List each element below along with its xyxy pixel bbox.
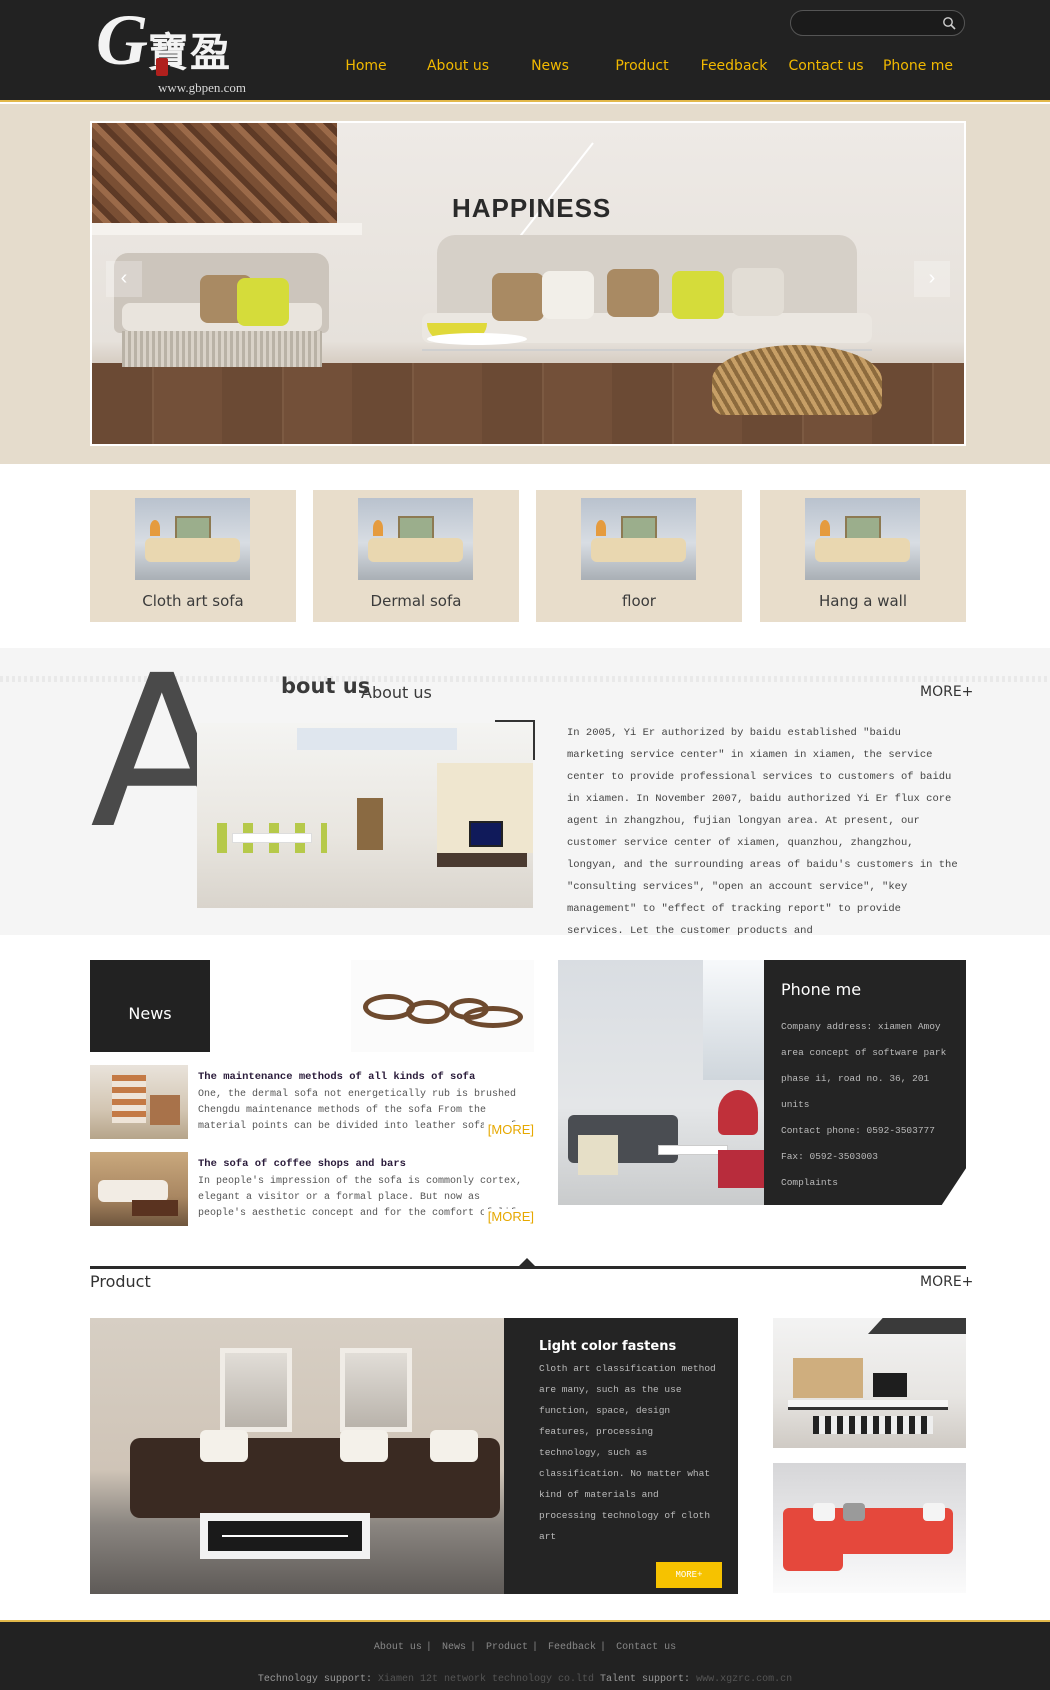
contact-complaints: Complaints — [781, 1177, 839, 1188]
banner-stone-wall — [92, 123, 337, 223]
banner-slider: HAPPINESS ‹ › — [90, 121, 966, 446]
contact-photo — [558, 960, 764, 1205]
product-main-image[interactable] — [90, 1318, 504, 1594]
nav-news[interactable]: News — [504, 58, 596, 78]
news-item[interactable]: The sofa of coffee shops and bars In peo… — [90, 1152, 534, 1226]
banner-pillow — [672, 271, 724, 319]
logo-url: www.gbpen.com — [158, 80, 246, 95]
talent-support-label: Talent support: — [600, 1674, 691, 1685]
contact-fax: Fax: 0592-3503003 — [781, 1151, 878, 1162]
chevron-right-icon: › — [928, 267, 936, 289]
site-footer: About us | News | Product | Feedback | Conta… — [0, 1620, 1050, 1690]
category-card[interactable]: floor — [536, 490, 742, 622]
footer-link-news[interactable]: News — [442, 1642, 466, 1653]
banner-pillow — [732, 268, 784, 316]
nav-contact-us[interactable]: Contact us — [780, 58, 872, 78]
search-box — [790, 10, 965, 36]
contact-box: Phone me Company address: xiamen Amoy ar… — [764, 960, 966, 1205]
category-label: Hang a wall — [818, 592, 908, 610]
product-feature-more-button[interactable]: MORE+ — [656, 1562, 722, 1588]
footer-links: About us | News | Product | Feedback | Conta… — [373, 1642, 677, 1653]
category-label: Cloth art sofa — [142, 592, 244, 610]
tech-support-label: Technology support: — [257, 1674, 372, 1685]
news-thumbnail — [90, 1065, 188, 1139]
site-header: G 寶盈 www.gbpen.com Home About us News Pr… — [0, 0, 1050, 102]
news-label: News — [128, 1004, 172, 1023]
chevron-left-icon: ‹ — [120, 267, 128, 289]
contact-address: Company address: xiamen Amoy area concep… — [781, 1021, 947, 1110]
banner-pillow — [542, 271, 594, 319]
footer-link-contact-us[interactable]: Contact us — [616, 1642, 676, 1653]
category-label: floor — [622, 592, 656, 610]
category-list: Cloth art sofa Dermal sofa floor Hang a … — [90, 490, 966, 622]
news-more-link[interactable]: [MORE] — [483, 1122, 534, 1137]
site-logo[interactable]: G 寶盈 www.gbpen.com — [96, 4, 256, 95]
main-nav: Home About us News Product Feedback Cont… — [320, 58, 964, 78]
category-image — [581, 498, 696, 580]
news-item-title[interactable]: The maintenance methods of all kinds of … — [198, 1071, 475, 1083]
nav-feedback[interactable]: Feedback — [688, 58, 780, 78]
about-more-link[interactable]: MORE+ — [920, 684, 973, 700]
banner-pillow — [237, 278, 289, 326]
product-more-link[interactable]: MORE+ — [920, 1274, 973, 1290]
about-title: bout us — [281, 674, 371, 698]
news-item[interactable]: The maintenance methods of all kinds of … — [90, 1065, 534, 1139]
footer-credits: Technology support: Xiamen 12t network t… — [0, 1674, 1050, 1685]
contact-title: Phone me — [781, 980, 862, 999]
banner-ledge — [92, 223, 362, 235]
footer-link-feedback[interactable]: Feedback — [548, 1642, 596, 1653]
banner-basket — [712, 345, 882, 415]
category-label: Dermal sofa — [370, 592, 462, 610]
contact-phone: Contact phone: 0592-3503777 — [781, 1125, 935, 1136]
banner-next-button[interactable]: › — [914, 261, 950, 297]
banner-pillow — [607, 269, 659, 317]
nav-product[interactable]: Product — [596, 58, 688, 78]
product-feature-title[interactable]: Light color fastens — [539, 1339, 676, 1354]
category-card[interactable]: Cloth art sofa — [90, 490, 296, 622]
footer-link-about-us[interactable]: About us — [374, 1642, 422, 1653]
banner-armchair-base — [122, 331, 322, 367]
product-thumbnail[interactable] — [773, 1318, 966, 1448]
logo-seal-icon — [156, 58, 168, 76]
news-item-text: One, the dermal sofa not energetically r… — [198, 1089, 522, 1132]
news-more-link[interactable]: [MORE] — [483, 1209, 534, 1224]
product-feature-box: Light color fastens Cloth art classifica… — [504, 1318, 738, 1594]
footer-link-product[interactable]: Product — [486, 1642, 528, 1653]
nav-about-us[interactable]: About us — [412, 58, 504, 78]
category-image — [358, 498, 473, 580]
product-thumbnail[interactable] — [773, 1463, 966, 1593]
category-card[interactable]: Hang a wall — [760, 490, 966, 622]
news-label-box[interactable]: News — [90, 960, 210, 1052]
nav-phone-me[interactable]: Phone me — [872, 58, 964, 78]
news-item-text: In people's impression of the sofa is co… — [198, 1176, 523, 1219]
category-image — [805, 498, 920, 580]
banner-prev-button[interactable]: ‹ — [106, 261, 142, 297]
banner-title: HAPPINESS — [452, 193, 612, 223]
category-card[interactable]: Dermal sofa — [313, 490, 519, 622]
logo-letter: G — [96, 0, 148, 80]
about-subtitle: About us — [361, 683, 432, 702]
banner-pillow — [492, 273, 544, 321]
category-image — [135, 498, 250, 580]
search-icon[interactable] — [942, 16, 956, 30]
product-title: Product — [90, 1272, 151, 1291]
news-item-title[interactable]: The sofa of coffee shops and bars — [198, 1158, 406, 1170]
news-thumbnail — [90, 1152, 188, 1226]
about-text: In 2005, Yi Er authorized by baidu estab… — [567, 727, 958, 937]
nav-home[interactable]: Home — [320, 58, 412, 78]
news-banner-image — [351, 960, 534, 1052]
tech-support-value[interactable]: Xiamen 12t network technology co.ltd — [378, 1674, 594, 1685]
banner-table — [427, 333, 527, 345]
product-divider — [90, 1266, 966, 1269]
contact-details: Company address: xiamen Amoy area concep… — [781, 1014, 956, 1196]
talent-support-value[interactable]: www.xgzrc.com.cn — [696, 1674, 792, 1685]
about-photo — [197, 723, 533, 908]
search-input[interactable] — [801, 14, 931, 32]
product-feature-text: Cloth art classification method are many… — [539, 1363, 716, 1542]
